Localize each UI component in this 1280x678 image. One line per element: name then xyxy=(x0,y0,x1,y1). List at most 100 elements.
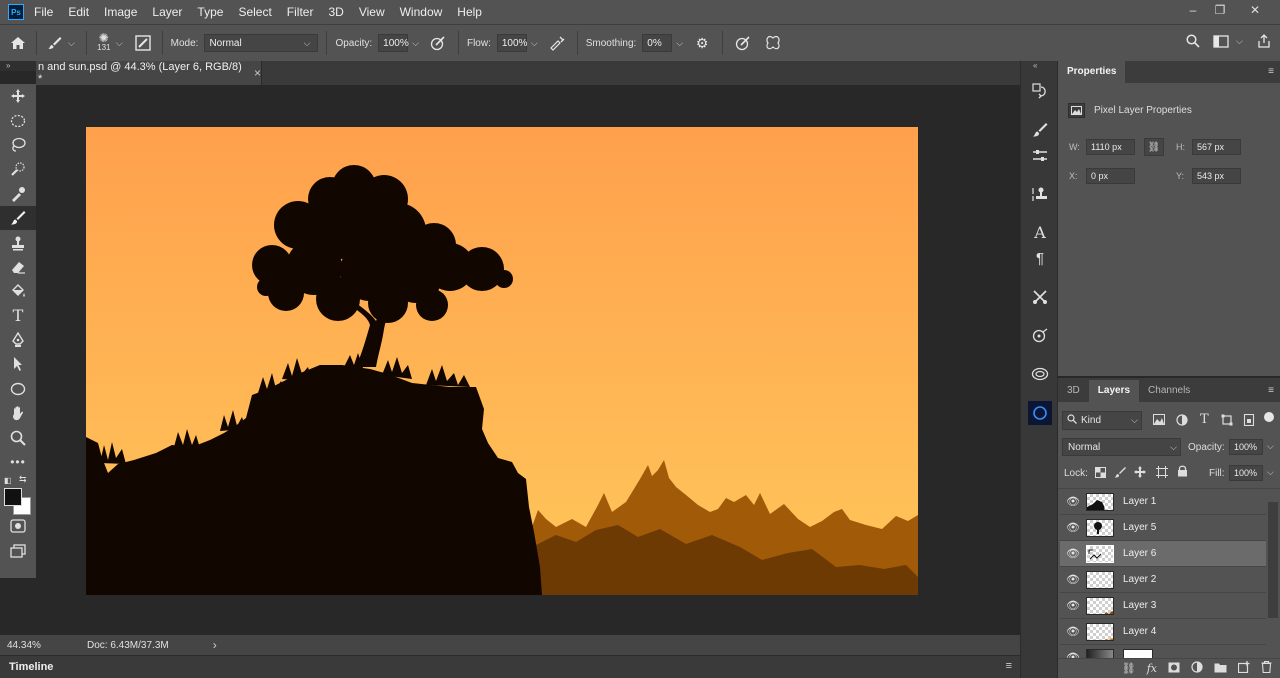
menu-3d[interactable]: 3D xyxy=(328,5,343,19)
filter-smart-object-icon[interactable] xyxy=(1243,413,1255,429)
lock-position-icon[interactable] xyxy=(1134,466,1146,481)
document-tab[interactable]: n and sun.psd @ 44.3% (Layer 6, RGB/8) *… xyxy=(36,61,262,85)
tab-channels[interactable]: Channels xyxy=(1139,380,1199,402)
visibility-eye-icon[interactable]: 👁 xyxy=(1060,495,1086,508)
flow-input[interactable]: 100% xyxy=(496,34,527,52)
lasso-icon[interactable] xyxy=(0,133,36,157)
visibility-eye-icon[interactable]: 👁 xyxy=(1060,651,1086,658)
blend-mode-select[interactable]: Normal ⌵ xyxy=(1062,438,1181,456)
close-window-button[interactable]: ✕ xyxy=(1244,0,1266,20)
menu-layer[interactable]: Layer xyxy=(152,5,182,19)
width-input[interactable]: 1110 px xyxy=(1086,139,1135,155)
lock-pixels-icon[interactable] xyxy=(1114,466,1126,481)
x-input[interactable]: 0 px xyxy=(1086,168,1135,184)
layer-row-layer-5[interactable]: 👁 Layer 5 xyxy=(1060,515,1266,541)
stamp-icon[interactable] xyxy=(0,230,36,254)
layer-list-scrollbar[interactable] xyxy=(1268,502,1278,618)
tools-collapse-icon[interactable]: » xyxy=(0,61,36,71)
visibility-eye-icon[interactable]: 👁 xyxy=(1060,625,1086,638)
expand-panels-icon[interactable]: « xyxy=(1033,61,1037,70)
pressure-size-icon[interactable] xyxy=(731,35,755,51)
opacity-chevron-icon[interactable]: ⌵ xyxy=(412,38,419,49)
home-icon[interactable] xyxy=(0,36,36,50)
smoothing-chevron-icon[interactable]: ⌵ xyxy=(676,38,683,49)
tab-3d[interactable]: 3D xyxy=(1058,380,1089,402)
brush-preset-icon[interactable] xyxy=(45,35,65,51)
filter-shape-icon[interactable] xyxy=(1221,414,1233,429)
zoom-icon[interactable] xyxy=(0,425,36,449)
layer-row-partial[interactable]: 👁 xyxy=(1060,645,1266,658)
link-dimensions-icon[interactable]: ⛓ xyxy=(1144,138,1164,156)
minimize-button[interactable]: – xyxy=(1182,0,1204,20)
filter-toggle-switch[interactable] xyxy=(1264,412,1274,422)
tab-layers[interactable]: Layers xyxy=(1088,380,1140,402)
fill-chevron-icon[interactable]: ⌵ xyxy=(1267,467,1274,478)
swap-colors-icon[interactable]: ⇆ xyxy=(19,474,27,485)
new-layer-icon[interactable] xyxy=(1237,661,1250,676)
navigator-icon[interactable] xyxy=(1028,324,1052,348)
workspace-chevron-icon[interactable]: ⌵ xyxy=(1236,36,1243,47)
path-select-icon[interactable] xyxy=(0,352,36,376)
adjustments-sliders-icon[interactable] xyxy=(1028,144,1052,168)
timeline-menu-icon[interactable]: ≡ xyxy=(1006,660,1012,672)
new-group-icon[interactable] xyxy=(1214,662,1227,676)
default-colors-icon[interactable]: ◧ xyxy=(4,476,12,485)
brush-panel-icon[interactable] xyxy=(1028,118,1052,142)
zoom-level[interactable]: 44.34% xyxy=(7,640,55,651)
tab-properties[interactable]: Properties xyxy=(1058,61,1126,83)
smoothing-input[interactable]: 0% xyxy=(642,34,673,52)
timeline-tab[interactable]: Timeline xyxy=(9,661,53,673)
discover-icon[interactable] xyxy=(1028,401,1052,425)
hand-icon[interactable] xyxy=(0,401,36,425)
opacity-input[interactable]: 100% xyxy=(378,34,409,52)
layer-row-layer-1[interactable]: 👁 Layer 1 xyxy=(1060,489,1266,515)
eyedropper-icon[interactable] xyxy=(0,182,36,206)
share-icon[interactable] xyxy=(1256,34,1272,48)
brush-size-chevron-icon[interactable]: ⌵ xyxy=(116,38,123,49)
airbrush-icon[interactable] xyxy=(545,35,569,51)
brush-icon[interactable] xyxy=(0,205,36,231)
more-icon[interactable]: ••• xyxy=(0,450,36,474)
lock-all-icon[interactable] xyxy=(1177,465,1188,480)
quick-mask-icon[interactable] xyxy=(0,514,36,538)
type-icon[interactable]: T xyxy=(0,304,36,328)
fx-icon[interactable]: fx xyxy=(1147,662,1157,675)
height-input[interactable]: 567 px xyxy=(1192,139,1241,155)
restore-button[interactable]: ❐ xyxy=(1209,0,1231,20)
clone-source-icon[interactable] xyxy=(1028,182,1052,206)
visibility-eye-icon[interactable]: 👁 xyxy=(1060,573,1086,586)
layer-opacity-chevron-icon[interactable]: ⌵ xyxy=(1267,441,1274,452)
lock-artboard-icon[interactable] xyxy=(1156,466,1168,481)
screen-mode-icon[interactable] xyxy=(0,539,36,563)
status-arrow-icon[interactable]: › xyxy=(213,638,217,652)
canvas[interactable] xyxy=(86,127,918,595)
layer-row-layer-4[interactable]: 👁 Layer 4 xyxy=(1060,619,1266,645)
delete-layer-icon[interactable] xyxy=(1261,660,1272,676)
flow-chevron-icon[interactable]: ⌵ xyxy=(531,38,538,49)
layer-opacity-input[interactable]: 100% xyxy=(1229,439,1263,455)
layer-filter-select[interactable]: Kind ⌵ xyxy=(1062,411,1142,430)
visibility-eye-icon[interactable]: 👁 xyxy=(1060,547,1086,560)
menu-select[interactable]: Select xyxy=(238,5,271,19)
menu-window[interactable]: Window xyxy=(400,5,443,19)
brush-settings-icon[interactable] xyxy=(132,35,154,51)
history-icon[interactable] xyxy=(1028,79,1052,103)
gear-icon[interactable]: ⚙ xyxy=(690,35,714,52)
tools-preset-icon[interactable] xyxy=(1028,285,1052,309)
eraser-icon[interactable] xyxy=(0,255,36,279)
pressure-opacity-icon[interactable] xyxy=(426,35,450,51)
filter-type-icon[interactable]: T xyxy=(1200,412,1209,427)
filter-pixel-icon[interactable] xyxy=(1153,414,1165,428)
foreground-color-swatch[interactable] xyxy=(4,488,22,507)
libraries-icon[interactable] xyxy=(1028,362,1052,386)
layer-row-layer-6[interactable]: 👁 Layer 6 xyxy=(1060,541,1266,567)
marquee-icon[interactable] xyxy=(0,108,36,132)
menu-edit[interactable]: Edit xyxy=(68,5,89,19)
visibility-eye-icon[interactable]: 👁 xyxy=(1060,521,1086,534)
add-mask-icon[interactable] xyxy=(1168,662,1180,676)
move-icon[interactable] xyxy=(0,84,36,108)
workspace-icon[interactable] xyxy=(1213,35,1229,48)
close-tab-icon[interactable]: × xyxy=(254,66,261,80)
y-input[interactable]: 543 px xyxy=(1192,168,1241,184)
menu-filter[interactable]: Filter xyxy=(287,5,314,19)
